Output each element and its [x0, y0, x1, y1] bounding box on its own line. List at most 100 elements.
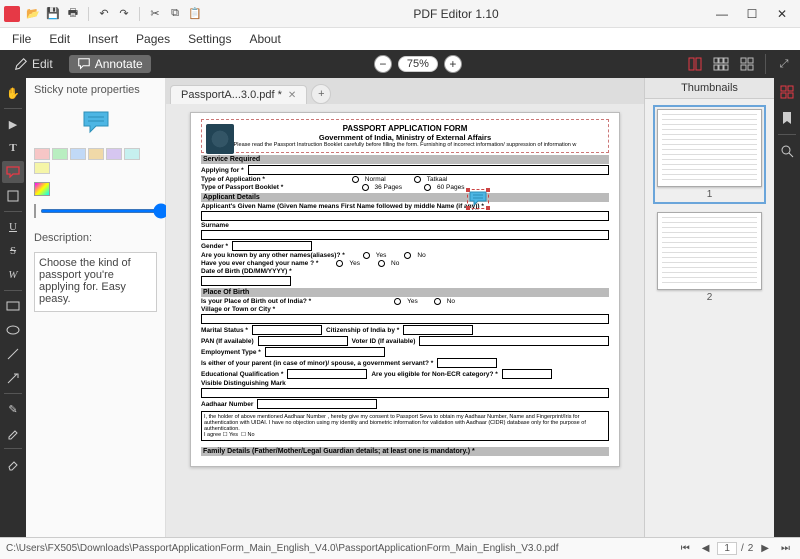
form-title: PASSPORT APPLICATION FORM	[206, 124, 604, 133]
section-header: Place Of Birth	[201, 288, 609, 297]
squiggly-tool-icon[interactable]: W	[2, 264, 24, 286]
radio-button[interactable]	[362, 184, 369, 191]
save-icon[interactable]: 💾	[44, 5, 62, 23]
menu-settings[interactable]: Settings	[180, 30, 239, 48]
line-tool-icon[interactable]	[2, 343, 24, 365]
copy-icon[interactable]: ⧉	[166, 5, 184, 23]
arrow-tool-icon[interactable]	[2, 367, 24, 389]
thumbnail-page[interactable]: 2	[653, 208, 766, 307]
prev-page-button[interactable]: ◀	[698, 543, 714, 554]
hand-tool-icon[interactable]: ✋	[2, 82, 24, 104]
field-input[interactable]	[232, 241, 312, 251]
color-swatch[interactable]	[34, 148, 50, 160]
field-input[interactable]	[403, 325, 473, 335]
field-input[interactable]	[287, 369, 367, 379]
radio-button[interactable]	[352, 176, 359, 183]
first-page-button[interactable]: ⏮	[677, 543, 694, 554]
canvas[interactable]: PASSPORT APPLICATION FORM Government of …	[166, 104, 644, 537]
menu-pages[interactable]: Pages	[128, 30, 178, 48]
color-swatch[interactable]	[34, 162, 50, 174]
custom-color-button[interactable]	[34, 182, 50, 196]
text-tool-icon[interactable]: T	[2, 137, 24, 159]
field-input[interactable]	[248, 165, 609, 175]
last-page-button[interactable]: ⏭	[777, 543, 794, 554]
field-input[interactable]	[201, 314, 609, 324]
mode-edit[interactable]: Edit	[6, 55, 61, 73]
field-label: Date of Birth (DD/MM/YYYY) *	[201, 268, 292, 275]
menu-about[interactable]: About	[241, 30, 288, 48]
section-header: Applicant Details	[201, 193, 609, 202]
radio-button[interactable]	[434, 298, 441, 305]
radio-button[interactable]	[414, 176, 421, 183]
field-label: Is either of your parent (in case of min…	[201, 360, 433, 367]
underline-tool-icon[interactable]: U	[2, 216, 24, 238]
maximize-button[interactable]: ☐	[738, 4, 766, 24]
field-input[interactable]	[201, 211, 609, 221]
sticky-note-tool-icon[interactable]	[2, 161, 24, 183]
field-input[interactable]	[265, 347, 385, 357]
radio-button[interactable]	[363, 252, 370, 259]
continuous-page-icon[interactable]	[737, 54, 757, 74]
page-current[interactable]: 1	[717, 542, 737, 555]
radio-button[interactable]	[424, 184, 431, 191]
description-textarea[interactable]: Choose the kind of passport you're apply…	[34, 252, 157, 312]
redo-icon[interactable]: ↷	[115, 5, 133, 23]
search-icon[interactable]	[777, 141, 797, 161]
field-label: Employment Type *	[201, 349, 261, 356]
field-input[interactable]	[201, 276, 291, 286]
zoom-in-button[interactable]: +	[444, 55, 462, 73]
mode-annotate[interactable]: Annotate	[69, 55, 151, 73]
next-page-button[interactable]: ▶	[757, 543, 773, 554]
color-swatch[interactable]	[124, 148, 140, 160]
rectangle-tool-icon[interactable]	[2, 295, 24, 317]
field-input[interactable]	[201, 230, 609, 240]
strikeout-tool-icon[interactable]: S	[2, 240, 24, 262]
menu-insert[interactable]: Insert	[80, 30, 126, 48]
add-tab-button[interactable]: +	[311, 84, 331, 104]
document-tab[interactable]: PassportA...3.0.pdf * ✕	[170, 85, 307, 104]
cut-icon[interactable]: ✂	[146, 5, 164, 23]
color-swatch[interactable]	[88, 148, 104, 160]
menu-edit[interactable]: Edit	[41, 30, 78, 48]
pencil-tool-icon[interactable]: ✎	[2, 398, 24, 420]
color-swatch[interactable]	[106, 148, 122, 160]
color-swatch[interactable]	[52, 148, 68, 160]
print-icon[interactable]: 🖶	[64, 5, 82, 23]
opacity-slider[interactable]	[40, 209, 169, 213]
thumbnail-page[interactable]: 1	[653, 105, 766, 204]
form-note: Please read the Passport Instruction Boo…	[206, 142, 604, 148]
radio-button[interactable]	[378, 260, 385, 267]
minimize-button[interactable]: —	[708, 4, 736, 24]
radio-button[interactable]	[394, 298, 401, 305]
select-tool-icon[interactable]: ▶	[2, 113, 24, 135]
india-emblem-icon	[206, 124, 234, 154]
eraser-tool-icon[interactable]	[2, 453, 24, 475]
tab-close-icon[interactable]: ✕	[288, 90, 296, 101]
color-swatch[interactable]	[70, 148, 86, 160]
sticky-note-annotation[interactable]	[467, 189, 489, 209]
highlighter-tool-icon[interactable]	[2, 422, 24, 444]
field-input[interactable]	[252, 325, 322, 335]
thumbnails-toggle-icon[interactable]	[777, 82, 797, 102]
undo-icon[interactable]: ↶	[95, 5, 113, 23]
field-input[interactable]	[257, 399, 377, 409]
expand-icon[interactable]: ⤢	[774, 54, 794, 74]
zoom-value[interactable]: 75%	[398, 56, 438, 72]
paste-icon[interactable]: 📋	[186, 5, 204, 23]
radio-button[interactable]	[336, 260, 343, 267]
stamp-tool-icon[interactable]	[2, 185, 24, 207]
radio-button[interactable]	[404, 252, 411, 259]
zoom-out-button[interactable]: −	[374, 55, 392, 73]
open-icon[interactable]: 📂	[24, 5, 42, 23]
bookmarks-icon[interactable]	[777, 108, 797, 128]
field-input[interactable]	[502, 369, 552, 379]
menu-file[interactable]: File	[4, 30, 39, 48]
field-input[interactable]	[437, 358, 497, 368]
ellipse-tool-icon[interactable]	[2, 319, 24, 341]
close-button[interactable]: ✕	[768, 4, 796, 24]
two-page-icon[interactable]	[711, 54, 731, 74]
single-page-icon[interactable]	[685, 54, 705, 74]
field-input[interactable]	[201, 388, 609, 398]
field-input[interactable]	[258, 336, 348, 346]
field-input[interactable]	[419, 336, 609, 346]
